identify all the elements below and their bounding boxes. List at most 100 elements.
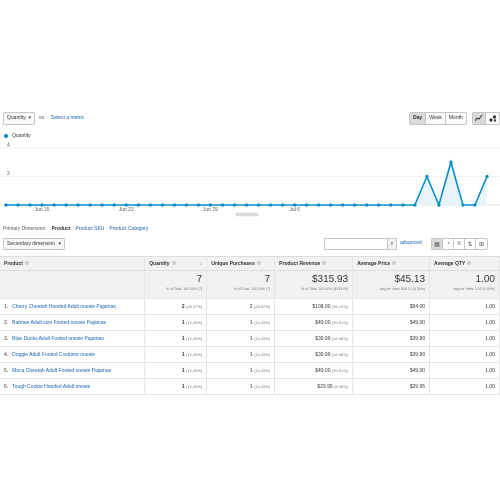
data-point[interactable] bbox=[52, 203, 56, 207]
data-point[interactable] bbox=[148, 203, 152, 207]
quantity-cell: 2 (28.57%) bbox=[144, 298, 208, 315]
help-icon[interactable] bbox=[256, 261, 261, 266]
list-view-icon[interactable]: ≡ bbox=[454, 239, 465, 249]
data-point[interactable] bbox=[268, 203, 273, 207]
row-number: 4. bbox=[4, 351, 9, 358]
product-link[interactable]: Blue Ducks Adult Footed onesie Pajamas bbox=[12, 336, 104, 342]
table-header-row: Product Quantity ↓ Unique Purchases Produ… bbox=[0, 256, 500, 271]
header-average-qty[interactable]: Average QTY bbox=[429, 256, 500, 271]
revenue-cell: $29.95 (9.48%) bbox=[274, 378, 354, 395]
period-week-button[interactable]: Week bbox=[426, 113, 446, 124]
data-point[interactable] bbox=[196, 203, 200, 207]
data-point[interactable] bbox=[425, 174, 429, 179]
motion-chart-icon[interactable] bbox=[486, 113, 499, 124]
x-tick-label: Jun 29 bbox=[203, 207, 218, 213]
data-point[interactable] bbox=[317, 203, 321, 207]
header-unique-purchases[interactable]: Unique Purchases bbox=[206, 256, 276, 271]
data-point[interactable] bbox=[100, 203, 104, 207]
data-point[interactable] bbox=[220, 203, 225, 207]
primary-dimension-label: Primary Dimension: bbox=[3, 226, 47, 232]
data-point[interactable] bbox=[305, 203, 309, 207]
advanced-filter-link[interactable]: advanced bbox=[400, 240, 422, 246]
help-icon[interactable] bbox=[24, 261, 29, 266]
dimension-product[interactable]: Product bbox=[52, 226, 71, 232]
quantity-cell: 1 (14.29%) bbox=[144, 314, 208, 331]
data-point[interactable] bbox=[160, 203, 164, 207]
data-point[interactable] bbox=[377, 203, 381, 207]
help-icon[interactable] bbox=[467, 261, 472, 266]
quantity-chart[interactable]: 2 4 Jun 15 Jun 22 Jun 29 Jul 6 bbox=[0, 140, 500, 220]
search-icon[interactable]: ⌕ bbox=[387, 239, 396, 249]
data-point[interactable] bbox=[365, 203, 369, 207]
totals-row: 7% of Total: 100.00% (7) 7% of Total: 10… bbox=[0, 270, 500, 299]
average-qty-cell: 1.00 bbox=[429, 298, 500, 315]
period-selector: Day Week Month bbox=[409, 112, 467, 125]
data-point[interactable] bbox=[88, 203, 92, 207]
dimension-product-category[interactable]: Product Category bbox=[109, 226, 148, 232]
help-icon[interactable] bbox=[392, 261, 397, 266]
data-point[interactable] bbox=[28, 203, 32, 207]
chart-resize-handle[interactable] bbox=[235, 212, 259, 217]
data-point[interactable] bbox=[232, 203, 237, 207]
compare-view-icon[interactable]: ⇅ bbox=[465, 239, 476, 249]
data-point[interactable] bbox=[184, 203, 188, 207]
data-point[interactable] bbox=[172, 203, 176, 207]
data-point[interactable] bbox=[112, 203, 116, 207]
data-point[interactable] bbox=[485, 174, 489, 179]
metric-select[interactable]: Quantity ▾ bbox=[3, 112, 35, 125]
table-view-selector: ▦ ◔ ≡ ⇅ ⊞ bbox=[431, 238, 488, 250]
data-point[interactable] bbox=[413, 203, 417, 207]
totals-empty-cell bbox=[0, 270, 146, 299]
data-point[interactable] bbox=[4, 203, 8, 207]
data-point[interactable] bbox=[76, 203, 80, 207]
secondary-dimension-select[interactable]: Secondary dimension ▾ bbox=[3, 238, 65, 250]
quantity-cell: 1 (14.29%) bbox=[144, 378, 208, 395]
table-search-input[interactable]: ⌕ bbox=[324, 238, 397, 250]
data-point[interactable] bbox=[461, 203, 465, 207]
product-link[interactable]: Cherry Cheetah Hooded Adult onesie Pajam… bbox=[12, 304, 116, 310]
header-product-revenue[interactable]: Product Revenue bbox=[274, 256, 354, 271]
header-product[interactable]: Product bbox=[0, 256, 146, 271]
data-point[interactable] bbox=[256, 203, 261, 207]
product-link[interactable]: Tough Cookie Hooded Adult onesie bbox=[12, 384, 90, 390]
data-point[interactable] bbox=[136, 203, 140, 207]
data-point[interactable] bbox=[280, 203, 285, 207]
help-icon[interactable] bbox=[171, 261, 176, 266]
revenue-cell: $39.99 (12.66%) bbox=[274, 330, 354, 347]
data-point[interactable] bbox=[437, 203, 441, 207]
unique-purchases-cell: 1 (14.29%) bbox=[206, 330, 276, 347]
header-average-price[interactable]: Average Price bbox=[352, 256, 431, 271]
period-day-button[interactable]: Day bbox=[410, 113, 427, 124]
product-link[interactable]: Doggie Adult Footed Costume onesie bbox=[12, 352, 95, 358]
data-point[interactable] bbox=[401, 203, 405, 207]
data-point[interactable] bbox=[473, 203, 477, 207]
pie-view-icon[interactable]: ◔ bbox=[443, 239, 454, 249]
revenue-cell: $49.00 (15.51%) bbox=[274, 314, 354, 331]
product-link[interactable]: Moca Cheetah Adult Footed onesie Pajamas bbox=[12, 368, 111, 374]
data-point[interactable] bbox=[329, 203, 333, 207]
product-cell: 4. Doggie Adult Footed Costume onesie bbox=[0, 346, 146, 363]
secondary-dimension-label: Secondary dimension bbox=[7, 241, 56, 247]
period-month-button[interactable]: Month bbox=[445, 113, 466, 124]
table-row: 6. Tough Cookie Hooded Adult onesie 1 (14.… bbox=[0, 378, 500, 395]
data-point[interactable] bbox=[341, 203, 345, 207]
chart-type-selector bbox=[472, 112, 500, 125]
pivot-view-icon[interactable]: ⊞ bbox=[476, 239, 487, 249]
data-point[interactable] bbox=[64, 203, 68, 207]
data-point[interactable] bbox=[353, 203, 357, 207]
data-point[interactable] bbox=[449, 160, 453, 164]
legend-swatch bbox=[4, 134, 8, 138]
product-link[interactable]: Batman Adult size Footed onesie Pajamas bbox=[12, 320, 106, 326]
data-point[interactable] bbox=[16, 203, 20, 207]
select-metric-link[interactable]: Select a metric bbox=[51, 115, 84, 121]
table-view-icon[interactable]: ▦ bbox=[432, 239, 443, 249]
data-point[interactable] bbox=[389, 203, 393, 207]
help-icon[interactable] bbox=[322, 261, 327, 266]
primary-dimension-bar: Primary Dimension: Product Product SKU P… bbox=[3, 226, 148, 232]
line-chart-icon[interactable] bbox=[473, 113, 486, 124]
header-quantity[interactable]: Quantity ↓ bbox=[144, 256, 208, 271]
data-point[interactable] bbox=[244, 203, 249, 207]
average-price-cell: $39.99 bbox=[352, 330, 431, 347]
quantity-cell: 1 (14.29%) bbox=[144, 346, 208, 363]
dimension-product-sku[interactable]: Product SKU bbox=[76, 226, 105, 232]
